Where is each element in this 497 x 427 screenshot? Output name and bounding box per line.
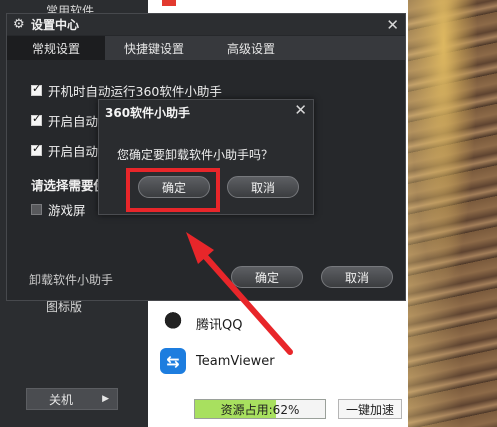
annotation-arrow-icon — [186, 232, 293, 355]
